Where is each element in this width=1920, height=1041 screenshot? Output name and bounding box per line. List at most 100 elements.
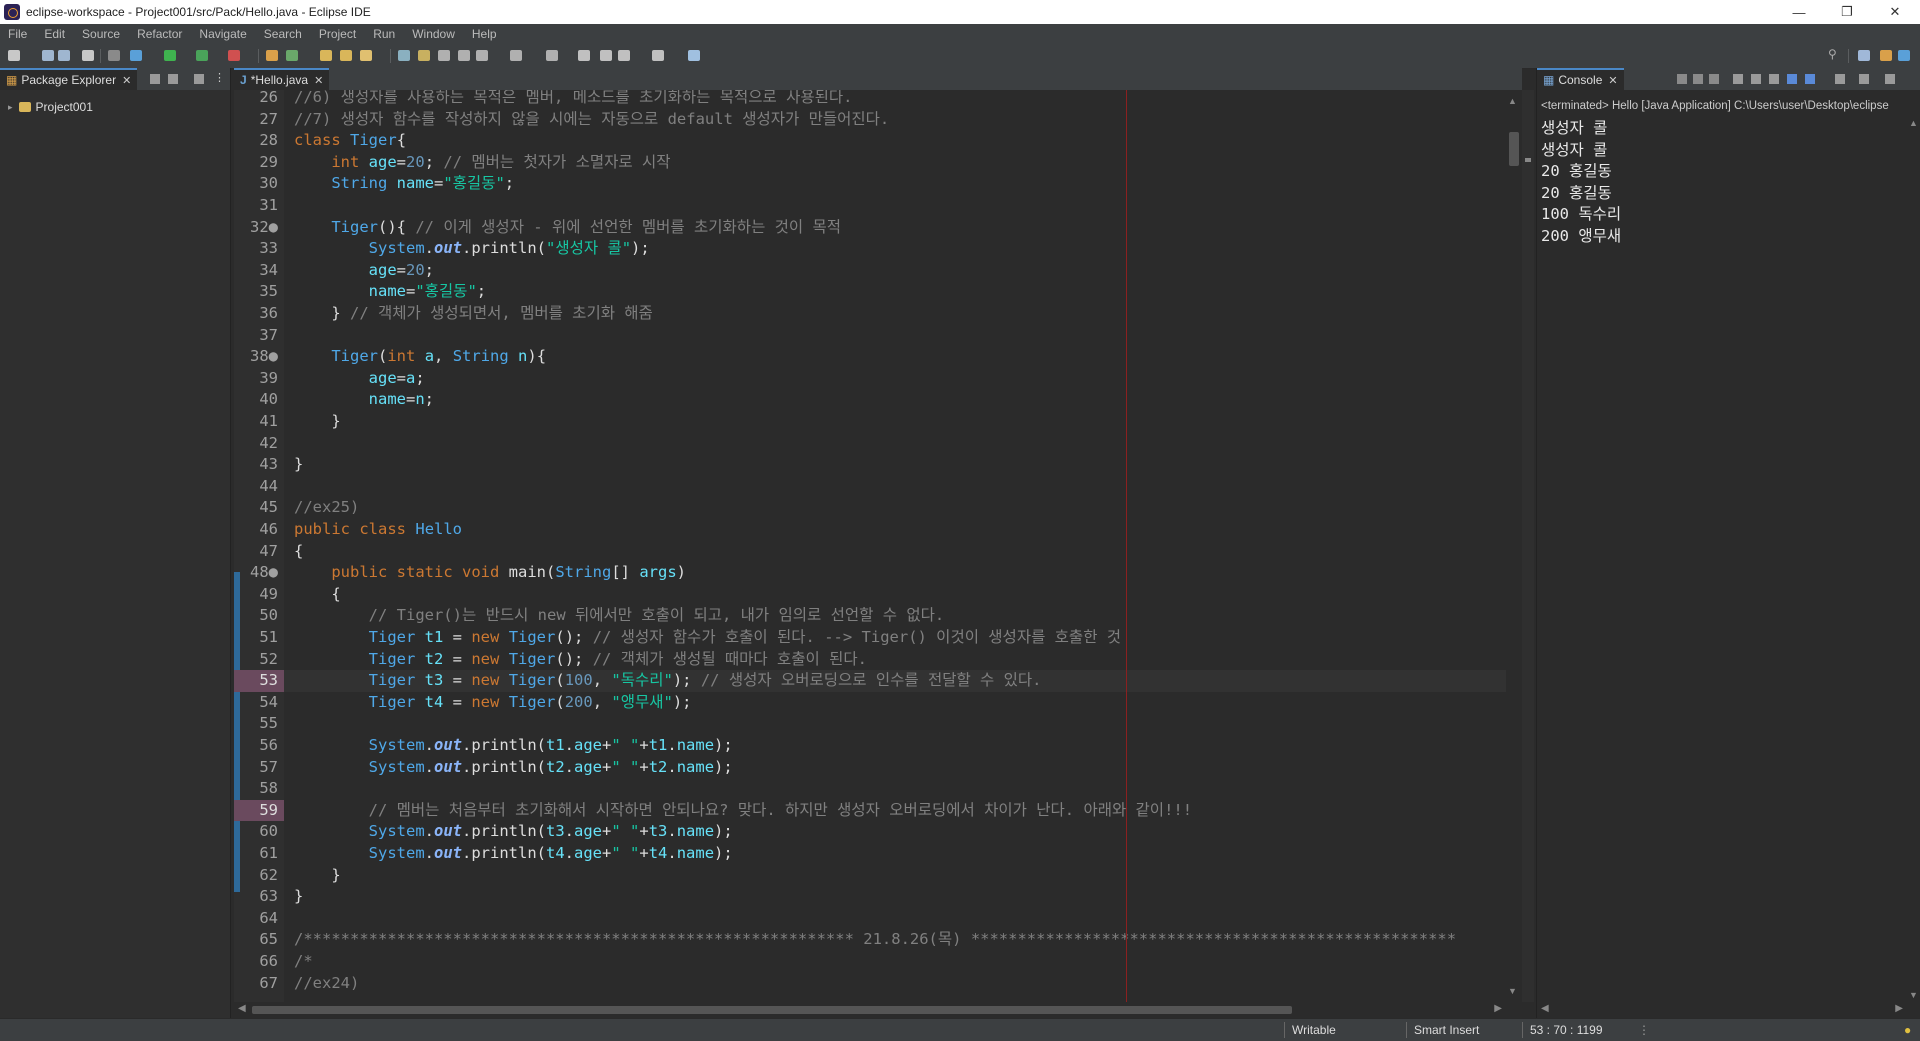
remove-launch-icon[interactable] xyxy=(1693,74,1703,84)
forward-back-icon[interactable] xyxy=(618,50,630,61)
coverage-icon[interactable] xyxy=(196,50,208,61)
save-all-icon[interactable] xyxy=(58,50,70,61)
scroll-right-icon[interactable]: ▶ xyxy=(1494,1003,1502,1014)
status-cursor-position[interactable]: 53 : 70 : 1199 xyxy=(1530,1023,1603,1037)
status-more-icon[interactable]: ⋮ xyxy=(1638,1023,1650,1037)
code-line[interactable]: 29 int age=20; // 멤버는 첫자가 소멸자로 시작 xyxy=(234,152,1506,174)
code-area[interactable]: 26 //6) 생성자를 사용하는 목적은 멤버, 메소드를 초기화하는 목적으로… xyxy=(234,90,1506,1002)
scroll-down-icon[interactable]: ▼ xyxy=(1909,990,1918,1000)
code-line[interactable]: 65 /*************************************… xyxy=(234,929,1506,951)
pen-icon[interactable] xyxy=(418,50,430,61)
code-line[interactable]: 58 xyxy=(234,778,1506,800)
search-icon[interactable]: ⚲ xyxy=(1828,47,1840,61)
debug-perspective-icon[interactable] xyxy=(1898,50,1910,61)
code-line[interactable]: 60 System.out.println(t3.age+" "+t3.name… xyxy=(234,821,1506,843)
clear-console-icon[interactable] xyxy=(1733,74,1743,84)
code-line[interactable]: 31 xyxy=(234,195,1506,217)
code-line[interactable]: 63} xyxy=(234,886,1506,908)
tab-hello-java[interactable]: J *Hello.java ✕ xyxy=(234,68,330,90)
restore-button[interactable]: ❐ xyxy=(1824,0,1870,24)
prev-annotation-icon[interactable] xyxy=(546,50,558,61)
code-line[interactable]: 53 Tiger t3 = new Tiger(100, "독수리"); // … xyxy=(234,670,1506,692)
tip-bulb-icon[interactable]: ● xyxy=(1904,1023,1911,1037)
search-tool-icon[interactable] xyxy=(360,50,372,61)
code-line[interactable]: 55 xyxy=(234,713,1506,735)
last-edit-icon[interactable] xyxy=(578,50,590,61)
display-selected-console-icon[interactable] xyxy=(1835,74,1845,84)
close-tab-icon[interactable]: ✕ xyxy=(1608,74,1617,87)
tab-console[interactable]: ▦ Console ✕ xyxy=(1537,68,1624,90)
code-line[interactable]: 32● Tiger(){ // 이게 생성자 - 위에 선언한 멤버를 초기화하… xyxy=(234,217,1506,239)
code-line[interactable]: 42 xyxy=(234,433,1506,455)
console-output[interactable]: 생성자 콜 생성자 콜 20 홍길동 20 홍길동 100 독수리 200 앵무새 xyxy=(1541,118,1621,248)
tab-package-explorer[interactable]: ▦ Package Explorer ✕ xyxy=(0,68,138,90)
code-line[interactable]: 67 //ex24) xyxy=(234,973,1506,995)
code-line[interactable]: 37 xyxy=(234,325,1506,347)
code-line[interactable]: 30 String name="홍길동"; xyxy=(234,173,1506,195)
menu-run[interactable]: Run xyxy=(365,27,404,41)
scroll-right-icon[interactable]: ▶ xyxy=(1895,1003,1903,1014)
code-line[interactable]: 61 System.out.println(t4.age+" "+t4.name… xyxy=(234,843,1506,865)
code-line[interactable]: 35 name="홍길동"; xyxy=(234,281,1506,303)
code-line[interactable]: 27 //7) 생성자 함수를 작성하지 않을 시에는 자동으로 default … xyxy=(234,109,1506,131)
overview-ruler[interactable] xyxy=(1522,90,1534,1002)
close-tab-icon[interactable]: ✕ xyxy=(314,74,323,87)
code-line[interactable]: 44 xyxy=(234,476,1506,498)
menu-refactor[interactable]: Refactor xyxy=(129,27,191,41)
ruler-marker[interactable] xyxy=(1525,158,1531,162)
expand-chevron-icon[interactable]: ▸ xyxy=(8,102,13,113)
code-line[interactable]: 56 System.out.println(t1.age+" "+t1.name… xyxy=(234,735,1506,757)
code-editor[interactable]: 26 //6) 생성자를 사용하는 목적은 멤버, 메소드를 초기화하는 목적으로… xyxy=(234,90,1522,1018)
console-vertical-scrollbar[interactable]: ▲ ▼ xyxy=(1907,118,1920,1000)
java-perspective-icon[interactable] xyxy=(1880,50,1892,61)
close-window-button[interactable]: ✕ xyxy=(1872,0,1918,24)
menu-help[interactable]: Help xyxy=(464,27,506,41)
scroll-left-icon[interactable]: ◀ xyxy=(1541,1003,1549,1014)
scroll-up-icon[interactable]: ▲ xyxy=(1909,118,1918,128)
menu-window[interactable]: Window xyxy=(404,27,464,41)
new-icon[interactable] xyxy=(8,50,20,61)
collapse-all-icon[interactable] xyxy=(150,74,160,84)
scroll-up-icon[interactable]: ▲ xyxy=(1508,96,1517,106)
forward-icon[interactable] xyxy=(652,50,664,61)
code-line[interactable]: 50 // Tiger()는 반드시 new 뒤에서만 호출이 되고, 내가 임… xyxy=(234,605,1506,627)
code-line[interactable]: 33 System.out.println("생성자 콜"); xyxy=(234,238,1506,260)
code-line[interactable]: 38● Tiger(int a, String n){ xyxy=(234,346,1506,368)
editor-vertical-scrollbar[interactable]: ▲ ▼ xyxy=(1506,90,1522,1002)
menu-navigate[interactable]: Navigate xyxy=(191,27,255,41)
scroll-lock-icon[interactable] xyxy=(1751,74,1761,84)
console-horizontal-scrollbar[interactable]: ◀ ▶ xyxy=(1537,1002,1907,1018)
save-icon[interactable] xyxy=(42,50,54,61)
code-line[interactable]: 64 xyxy=(234,908,1506,930)
menu-edit[interactable]: Edit xyxy=(36,27,74,41)
scroll-left-icon[interactable]: ◀ xyxy=(238,1003,246,1014)
hscrollbar-thumb[interactable] xyxy=(252,1006,1292,1014)
remove-all-icon[interactable] xyxy=(1709,74,1719,84)
menu-search[interactable]: Search xyxy=(256,27,311,41)
print-icon[interactable] xyxy=(82,50,94,61)
code-line[interactable]: 28 class Tiger{ xyxy=(234,130,1506,152)
new-java-project-icon[interactable] xyxy=(266,50,278,61)
next-annotation-icon[interactable] xyxy=(510,50,522,61)
link-editor-icon[interactable] xyxy=(168,74,178,84)
pin-editor-icon[interactable] xyxy=(688,50,700,61)
code-line[interactable]: 62 } xyxy=(234,865,1506,887)
code-line[interactable]: 34 age=20; xyxy=(234,260,1506,282)
close-tab-icon[interactable]: ✕ xyxy=(122,74,131,87)
focus-icon[interactable] xyxy=(194,74,204,84)
code-line[interactable]: 39 age=a; xyxy=(234,368,1506,390)
code-line[interactable]: 46 public class Hello xyxy=(234,519,1506,541)
code-line[interactable]: 41 } xyxy=(234,411,1506,433)
show-whitespace-icon[interactable] xyxy=(476,50,488,61)
open-console-icon[interactable] xyxy=(1859,74,1869,84)
code-line[interactable]: 43} xyxy=(234,454,1506,476)
pin-console-icon[interactable] xyxy=(1787,74,1797,84)
code-line[interactable]: 40 name=n; xyxy=(234,389,1506,411)
show-console-icon[interactable] xyxy=(1805,74,1815,84)
menu-file[interactable]: File xyxy=(0,27,36,41)
minimize-button[interactable]: — xyxy=(1776,0,1822,24)
block-selection-icon[interactable] xyxy=(458,50,470,61)
code-line[interactable]: 49 { xyxy=(234,584,1506,606)
back-icon[interactable] xyxy=(600,50,612,61)
word-wrap-icon[interactable] xyxy=(1769,74,1779,84)
